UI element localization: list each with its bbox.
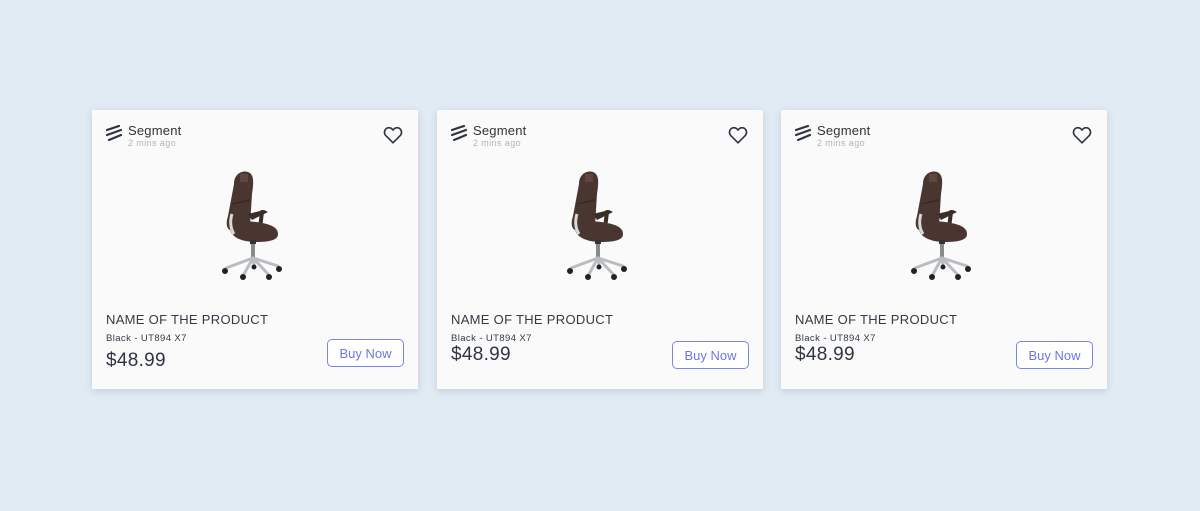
posted-time: 2 mins ago	[473, 138, 522, 148]
product-variant: Black - UT894 X7	[451, 333, 532, 344]
heart-icon[interactable]	[383, 126, 403, 144]
product-card: Segment 2 mins ago NAME OF THE PRODUCT B…	[437, 110, 763, 389]
buy-now-button[interactable]: Buy Now	[1016, 341, 1093, 369]
product-card: Segment 2 mins ago NAME OF THE PRODUCT B…	[781, 110, 1107, 389]
product-variant: Black - UT894 X7	[795, 333, 876, 344]
brand-name: Segment	[817, 123, 871, 138]
product-card: Segment 2 mins ago NAME OF THE PRODUCT B…	[92, 110, 418, 389]
buy-now-button[interactable]: Buy Now	[327, 339, 404, 367]
product-price: $48.99	[795, 344, 855, 365]
product-name: NAME OF THE PRODUCT	[451, 312, 614, 327]
product-name: NAME OF THE PRODUCT	[795, 312, 958, 327]
product-image	[911, 171, 971, 280]
brand-name: Segment	[128, 123, 182, 138]
brand-header: Segment 2 mins ago	[795, 123, 870, 148]
brand-name: Segment	[473, 123, 527, 138]
buy-now-button[interactable]: Buy Now	[672, 341, 749, 369]
product-variant: Black - UT894 X7	[106, 333, 187, 344]
posted-time: 2 mins ago	[128, 138, 177, 148]
product-image	[567, 171, 627, 280]
heart-icon[interactable]	[728, 126, 748, 144]
segment-logo-icon	[451, 125, 467, 142]
product-name: NAME OF THE PRODUCT	[106, 312, 269, 327]
brand-header: Segment 2 mins ago	[451, 123, 526, 148]
product-image	[222, 171, 282, 280]
heart-icon[interactable]	[1072, 126, 1092, 144]
posted-time: 2 mins ago	[817, 138, 866, 148]
product-price: $48.99	[106, 350, 166, 371]
segment-logo-icon	[795, 125, 811, 142]
brand-header: Segment 2 mins ago	[106, 123, 181, 148]
segment-logo-icon	[106, 125, 122, 142]
product-price: $48.99	[451, 344, 511, 365]
